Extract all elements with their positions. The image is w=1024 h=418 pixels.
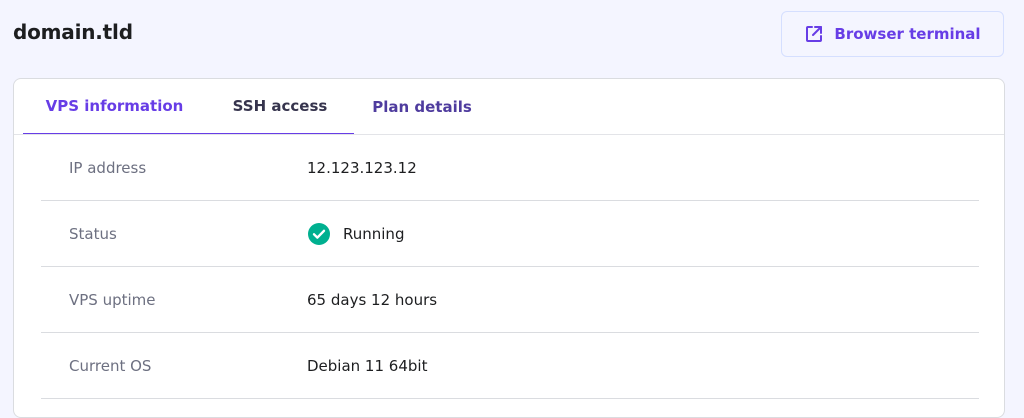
info-label: Current OS (69, 356, 152, 375)
info-row-current-os: Current OS Debian 11 64bit (41, 333, 979, 399)
info-label: IP address (69, 158, 147, 177)
ip-address-value: 12.123.123.12 (307, 158, 417, 177)
info-row-vps-uptime: VPS uptime 65 days 12 hours (41, 267, 979, 333)
vps-card: VPS information SSH access Plan details … (13, 78, 1005, 418)
browser-terminal-label: Browser terminal (834, 25, 981, 43)
external-link-icon (804, 24, 824, 44)
status-value: Running (307, 222, 404, 246)
vps-uptime-value: 65 days 12 hours (307, 290, 438, 309)
page-title: domain.tld (13, 20, 133, 44)
tab-plan-details[interactable]: Plan details (354, 79, 490, 135)
check-circle-icon (307, 222, 331, 246)
info-label: Status (69, 224, 117, 243)
browser-terminal-button[interactable]: Browser terminal (781, 11, 1004, 57)
tab-vps-information[interactable]: VPS information (23, 79, 206, 135)
info-label: VPS uptime (69, 290, 156, 309)
vps-info-list: IP address 12.123.123.12 Status Running … (41, 135, 979, 399)
tab-bar: VPS information SSH access Plan details (23, 79, 490, 135)
info-row-ip-address: IP address 12.123.123.12 (41, 135, 979, 201)
current-os-value: Debian 11 64bit (307, 356, 428, 375)
tab-ssh-access[interactable]: SSH access (206, 79, 354, 135)
status-text: Running (343, 224, 405, 243)
info-row-status: Status Running (41, 201, 979, 267)
